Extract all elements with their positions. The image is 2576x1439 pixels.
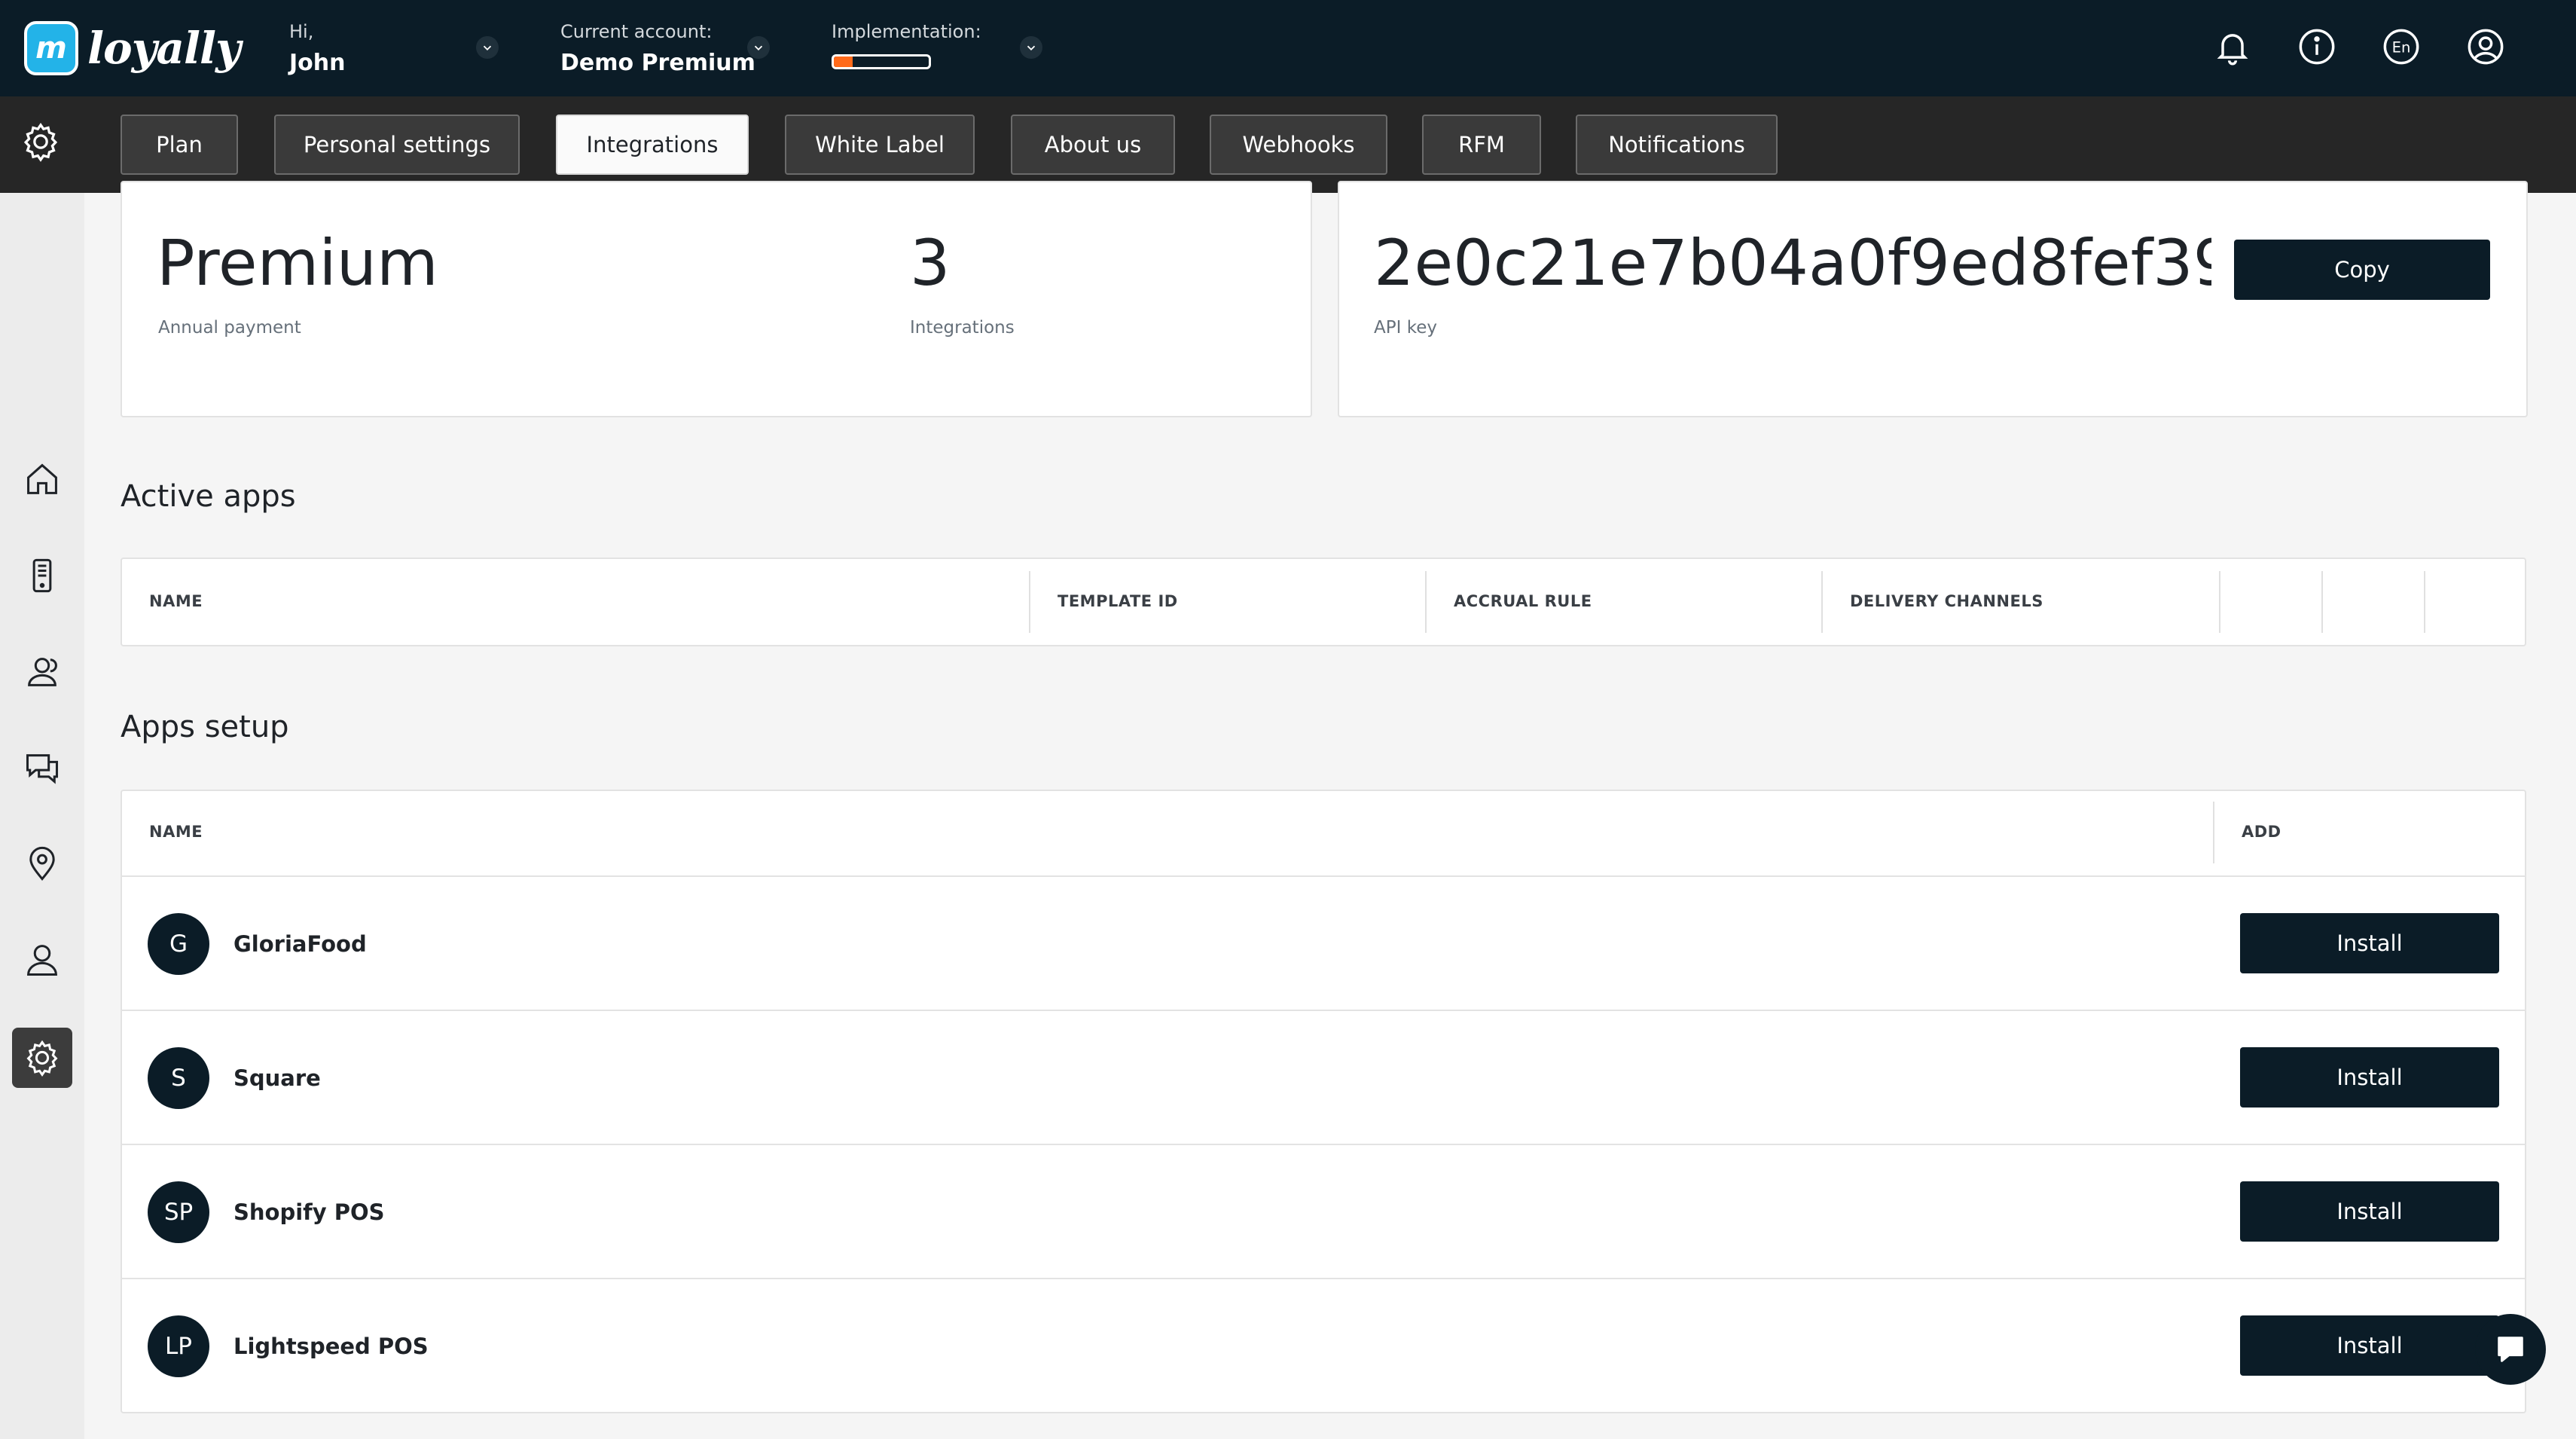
column-divider xyxy=(2213,802,2214,863)
column-divider xyxy=(1425,571,1427,633)
account-label: Current account: xyxy=(560,21,713,42)
app-name: Lightspeed POS xyxy=(233,1334,429,1359)
active-apps-col-accrual-rule[interactable]: ACCRUAL RULE xyxy=(1454,592,1592,610)
app-avatar: G xyxy=(148,913,209,975)
column-divider xyxy=(2219,571,2220,633)
tab-integrations[interactable]: Integrations xyxy=(556,115,749,175)
active-apps-table xyxy=(121,558,2526,646)
active-apps-col-template-id[interactable]: TEMPLATE ID xyxy=(1058,592,1178,610)
implementation-status[interactable]: Implementation: xyxy=(832,21,981,69)
app-name: Shopify POS xyxy=(233,1199,385,1225)
row-divider xyxy=(121,1010,2526,1011)
plan-caption: Annual payment xyxy=(158,318,301,338)
logo[interactable]: m loyally xyxy=(24,21,241,75)
implementation-progress-fill xyxy=(834,57,853,67)
language-icon[interactable]: En xyxy=(2379,24,2424,69)
logo-mark-icon: m xyxy=(24,21,78,75)
tab-white-label[interactable]: White Label xyxy=(785,115,975,175)
apps-setup-col-add[interactable]: ADD xyxy=(2242,823,2281,841)
tab-plan[interactable]: Plan xyxy=(121,115,238,175)
account-name: Demo Premium xyxy=(560,50,755,76)
apps-setup-title: Apps setup xyxy=(121,710,289,744)
tab-webhooks[interactable]: Webhooks xyxy=(1210,115,1387,175)
settings-gear-icon[interactable] xyxy=(20,121,65,166)
settings-icon[interactable] xyxy=(12,1028,72,1088)
mobile-card-icon[interactable] xyxy=(21,555,63,597)
user-icon[interactable] xyxy=(21,939,63,981)
logo-text: loyally xyxy=(87,23,241,74)
implementation-label: Implementation: xyxy=(832,21,981,42)
app-name: GloriaFood xyxy=(233,931,367,957)
clients-icon[interactable] xyxy=(21,651,63,693)
install-lightspeed-pos-button[interactable]: Install xyxy=(2240,1315,2499,1376)
active-apps-title: Active apps xyxy=(121,479,296,514)
apps-setup-col-name[interactable]: NAME xyxy=(149,823,203,841)
api-key-caption: API key xyxy=(1374,318,1437,338)
install-square-button[interactable]: Install xyxy=(2240,1047,2499,1108)
implementation-chevron-icon[interactable] xyxy=(1020,36,1042,59)
column-divider xyxy=(2424,571,2425,633)
apps-setup-table xyxy=(121,790,2526,1413)
row-divider xyxy=(121,875,2526,877)
column-divider xyxy=(1029,571,1030,633)
plan-value: Premium xyxy=(157,226,438,300)
active-apps-col-delivery-channels[interactable]: DELIVERY CHANNELS xyxy=(1850,592,2043,610)
tab-rfm[interactable]: RFM xyxy=(1422,115,1541,175)
home-icon[interactable] xyxy=(21,458,63,500)
user-greeting[interactable]: Hi, John xyxy=(289,21,346,76)
api-key-value: 2e0c21e7b04a0f9ed8fef390… xyxy=(1374,226,2211,300)
column-divider xyxy=(1821,571,1823,633)
tab-personal-settings[interactable]: Personal settings xyxy=(274,115,520,175)
integrations-caption: Integrations xyxy=(910,318,1015,338)
user-name: John xyxy=(289,50,346,76)
account-chevron-icon[interactable] xyxy=(747,36,770,59)
tab-about-us[interactable]: About us xyxy=(1011,115,1175,175)
bell-icon[interactable] xyxy=(2210,24,2255,69)
greeting-label: Hi, xyxy=(289,21,314,42)
column-divider xyxy=(2321,571,2323,633)
account-switcher[interactable]: Current account: Demo Premium xyxy=(560,21,755,76)
support-chat-icon[interactable] xyxy=(2475,1314,2546,1385)
profile-icon[interactable] xyxy=(2463,24,2508,69)
chat-icon[interactable] xyxy=(21,747,63,790)
implementation-progress-bar xyxy=(832,54,931,69)
app-name: Square xyxy=(233,1065,321,1091)
copy-api-key-button[interactable]: Copy xyxy=(2234,240,2490,300)
row-divider xyxy=(121,1144,2526,1145)
user-menu-chevron-icon[interactable] xyxy=(476,36,499,59)
sidebar xyxy=(0,193,84,1439)
app-avatar: LP xyxy=(148,1315,209,1377)
row-divider xyxy=(121,1278,2526,1279)
app-avatar: S xyxy=(148,1047,209,1109)
integrations-count: 3 xyxy=(910,226,951,300)
tab-notifications[interactable]: Notifications xyxy=(1576,115,1778,175)
app-avatar: SP xyxy=(148,1181,209,1243)
language-code: En xyxy=(2392,39,2411,57)
install-shopify-pos-button[interactable]: Install xyxy=(2240,1181,2499,1242)
active-apps-col-name[interactable]: NAME xyxy=(149,592,203,610)
info-icon[interactable] xyxy=(2294,24,2339,69)
top-bar: m loyally Hi, John Current account: Demo… xyxy=(0,0,2576,96)
location-icon[interactable] xyxy=(21,842,63,884)
install-gloriafood-button[interactable]: Install xyxy=(2240,913,2499,973)
